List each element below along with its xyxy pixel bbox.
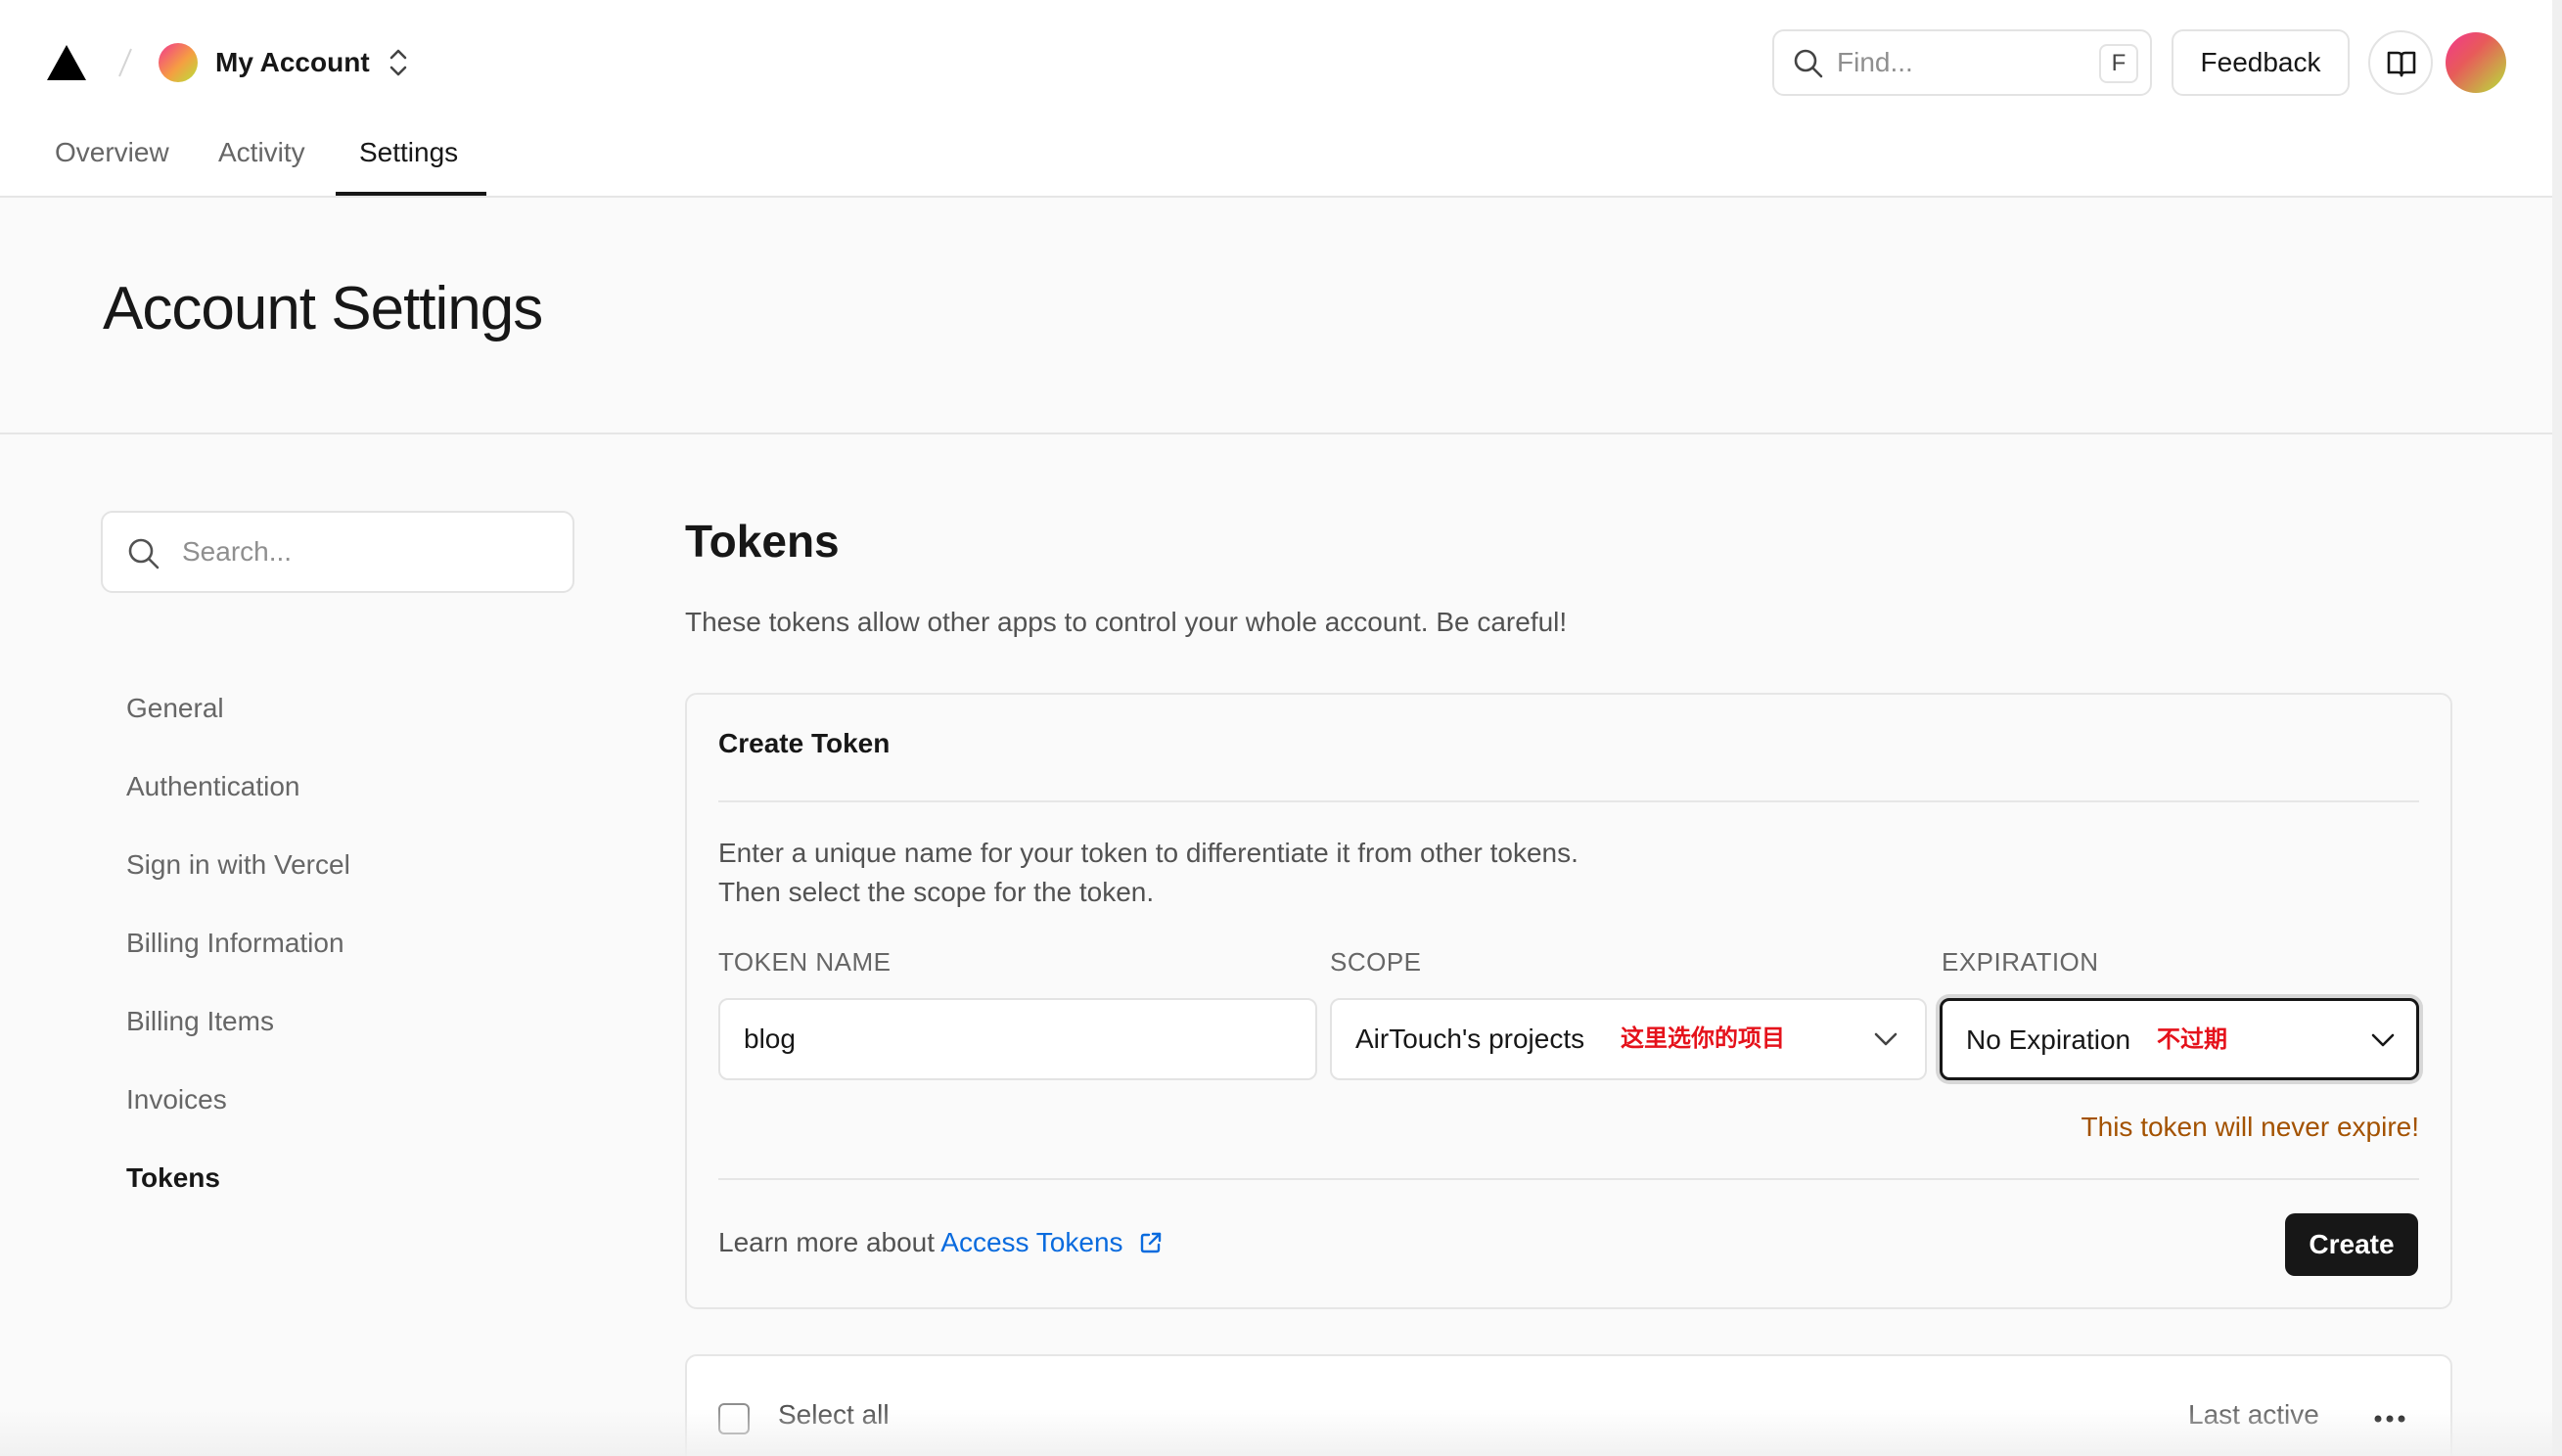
page-title: Account Settings (103, 275, 543, 342)
expiration-warning: This token will never expire! (2081, 1112, 2419, 1142)
scrollbar[interactable] (2552, 0, 2562, 1456)
expiration-value: No Expiration (1966, 1024, 2131, 1055)
tab-activity[interactable]: Activity (218, 127, 305, 178)
chevron-down-icon (1874, 1032, 1898, 1046)
find-input[interactable]: Find... F (1772, 29, 2152, 96)
breadcrumb-separator-icon (118, 48, 132, 77)
tab-settings[interactable]: Settings (359, 127, 458, 178)
search-icon (128, 538, 160, 569)
learn-more-text: Learn more about Access Tokens (718, 1227, 1123, 1258)
token-name-label: TOKEN NAME (718, 947, 892, 977)
sidebar-item-billing-information[interactable]: Billing Information (126, 924, 344, 963)
create-token-help-line-2: Then select the scope for the token. (718, 877, 1155, 907)
more-options-icon[interactable] (2372, 1407, 2407, 1431)
create-token-help-line-1: Enter a unique name for your token to di… (718, 838, 1578, 868)
account-avatar[interactable] (159, 43, 198, 82)
sidebar-item-general[interactable]: General (126, 689, 224, 728)
access-tokens-link[interactable]: Access Tokens (940, 1227, 1122, 1257)
scope-value: AirTouch's projects (1355, 1024, 1585, 1054)
scope-label: SCOPE (1330, 947, 1422, 977)
external-link-icon[interactable] (1139, 1231, 1163, 1254)
tokens-heading: Tokens (685, 516, 840, 567)
select-all-label[interactable]: Select all (778, 1399, 890, 1431)
find-placeholder: Find... (1837, 47, 1913, 77)
sidebar-item-authentication[interactable]: Authentication (126, 767, 299, 806)
tab-overview[interactable]: Overview (55, 127, 169, 178)
create-token-title: Create Token (718, 728, 891, 758)
docs-button[interactable] (2368, 30, 2433, 95)
settings-search-placeholder: Search... (182, 536, 293, 567)
tokens-description: These tokens allow other apps to control… (685, 607, 1568, 637)
sort-last-active[interactable]: Last active (2188, 1399, 2319, 1431)
sidebar-item-invoices[interactable]: Invoices (126, 1080, 227, 1119)
book-icon (2387, 51, 2416, 77)
sidebar-item-billing-items[interactable]: Billing Items (126, 1002, 274, 1041)
account-switcher-icon[interactable] (386, 45, 411, 80)
select-all-checkbox[interactable] (718, 1403, 750, 1434)
sidebar-item-sign-in-with-vercel[interactable]: Sign in with Vercel (126, 845, 350, 885)
card-divider (718, 800, 2419, 802)
create-token-button[interactable]: Create (2285, 1213, 2418, 1276)
search-icon (1794, 49, 1823, 78)
scope-annotation: 这里选你的项目 (1621, 1025, 1785, 1052)
card-footer-divider (718, 1178, 2419, 1180)
sidebar-item-tokens[interactable]: Tokens (126, 1159, 220, 1198)
active-tab-indicator (336, 192, 486, 196)
settings-search-input[interactable]: Search... (101, 511, 574, 593)
feedback-button[interactable]: Feedback (2172, 29, 2350, 96)
chevron-down-icon (2371, 1033, 2395, 1047)
expiration-label: EXPIRATION (1942, 947, 2099, 977)
expiration-annotation: 不过期 (2157, 1026, 2227, 1053)
learn-more-prefix: Learn more about (718, 1227, 936, 1257)
scope-select[interactable]: AirTouch's projects 这里选你的项目 (1330, 998, 1927, 1080)
token-name-input[interactable]: blog (718, 998, 1317, 1080)
vercel-logo-icon[interactable] (45, 43, 88, 82)
user-avatar[interactable] (2446, 32, 2506, 93)
account-name[interactable]: My Account (215, 43, 370, 82)
find-shortcut-key: F (2099, 44, 2138, 83)
expiration-select[interactable]: No Expiration 不过期 (1940, 998, 2419, 1080)
